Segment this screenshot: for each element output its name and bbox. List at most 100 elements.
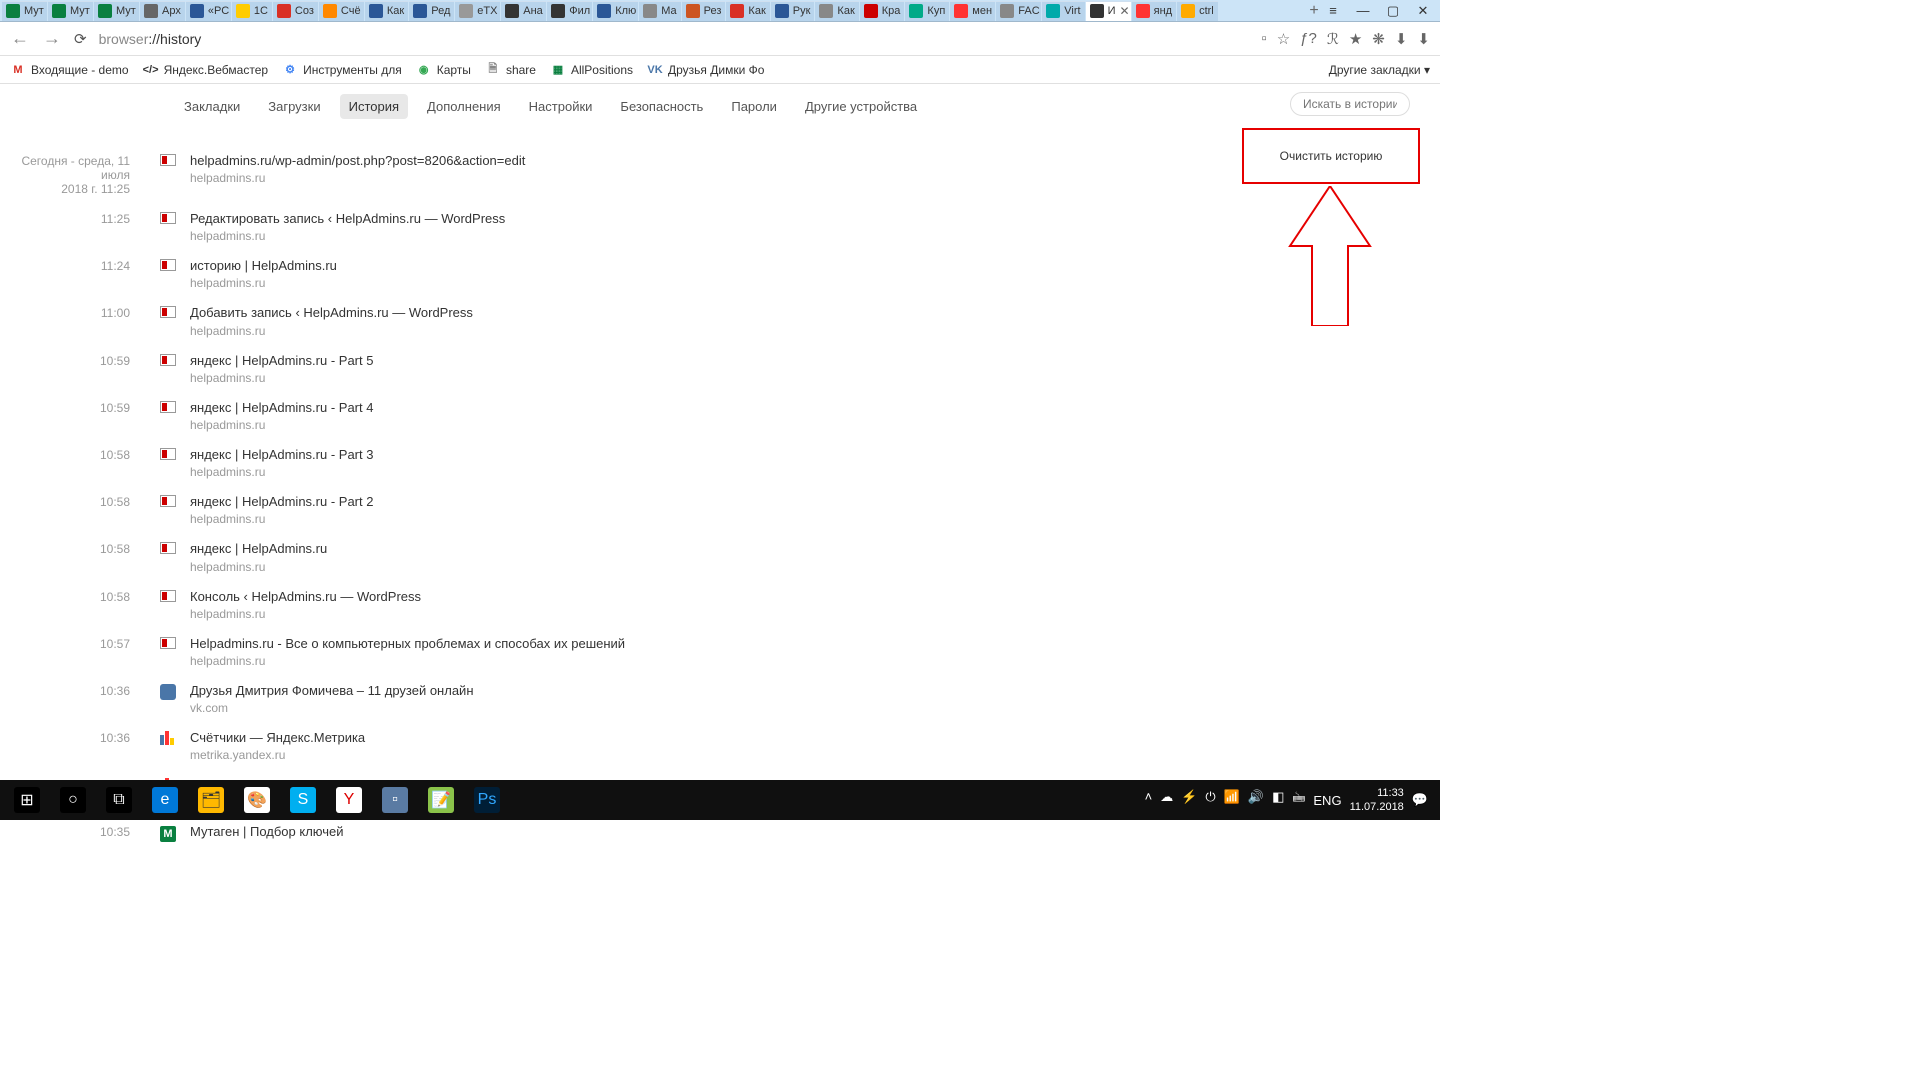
history-entry[interactable]: 10:36Счётчики — Яндекс.Метрикаmetrika.ya… — [0, 726, 1440, 765]
history-title[interactable]: Счётчики — Яндекс.Метрика — [190, 729, 1440, 747]
settings-tab[interactable]: Пароли — [722, 94, 786, 119]
tray-icon[interactable]: 🖮 — [1292, 789, 1305, 811]
browser-tab[interactable]: Virt — [1042, 1, 1084, 21]
toolbar-icon[interactable]: ⬇ — [1395, 30, 1408, 48]
browser-tab[interactable]: Как — [815, 1, 858, 21]
taskbar-app[interactable]: Ps — [464, 780, 510, 820]
history-search-input[interactable] — [1290, 92, 1410, 116]
taskbar-clock[interactable]: 11:33 11.07.2018 — [1350, 786, 1404, 815]
tray-icon[interactable]: ◧ — [1272, 789, 1284, 811]
browser-tab[interactable]: Кра — [860, 1, 905, 21]
taskbar-app[interactable]: Y — [326, 780, 372, 820]
history-entry[interactable]: 10:58яндекс | HelpAdmins.ruhelpadmins.ru — [0, 537, 1440, 576]
taskbar-app[interactable]: ⊞ — [4, 780, 50, 820]
clear-history-button[interactable]: Очистить историю — [1242, 128, 1420, 184]
bookmark-item[interactable]: 🗎share — [485, 62, 536, 78]
bookmark-item[interactable]: ◉Карты — [416, 62, 471, 78]
minimize-button[interactable]: — — [1354, 3, 1372, 18]
history-title[interactable]: Добавить запись ‹ HelpAdmins.ru — WordPr… — [190, 304, 1440, 322]
browser-tab[interactable]: Куп — [905, 1, 949, 21]
taskbar-app[interactable]: 🗂 — [188, 780, 234, 820]
taskbar-app[interactable]: S — [280, 780, 326, 820]
history-title[interactable]: Helpadmins.ru - Все о компьютерных пробл… — [190, 635, 1440, 653]
history-entry[interactable]: 11:24историю | HelpAdmins.ruhelpadmins.r… — [0, 254, 1440, 293]
browser-tab[interactable]: И✕ — [1086, 1, 1131, 21]
browser-tab[interactable]: Счё — [319, 1, 364, 21]
browser-tab[interactable]: Мут — [94, 1, 139, 21]
tray-icon[interactable]: ⚡ — [1181, 789, 1197, 811]
tray-icon[interactable]: ⏻ — [1205, 789, 1215, 811]
history-entry[interactable]: 11:00Добавить запись ‹ HelpAdmins.ru — W… — [0, 301, 1440, 340]
tray-icon[interactable]: ˄ — [1145, 789, 1153, 811]
taskbar-app[interactable]: ▫ — [372, 780, 418, 820]
toolbar-icon[interactable]: ƒ? — [1300, 30, 1317, 47]
browser-tab[interactable]: янд — [1132, 1, 1176, 21]
history-entry[interactable]: 10:35MМутаген | Подбор ключей — [0, 820, 1440, 844]
history-entry[interactable]: 10:59яндекс | HelpAdmins.ru - Part 4help… — [0, 396, 1440, 435]
other-bookmarks[interactable]: Другие закладки ▾ — [1329, 63, 1430, 77]
browser-tab[interactable]: Ред — [409, 1, 454, 21]
forward-button[interactable]: → — [42, 28, 62, 49]
browser-tab[interactable]: мен — [950, 1, 995, 21]
notifications-icon[interactable]: 💬 — [1412, 792, 1428, 808]
new-tab-button[interactable]: + — [1304, 2, 1324, 20]
browser-tab[interactable]: Как — [365, 1, 408, 21]
url-input[interactable]: browser://history — [99, 31, 1250, 47]
settings-tab[interactable]: История — [340, 94, 408, 119]
history-entry[interactable]: 10:58яндекс | HelpAdmins.ru - Part 2help… — [0, 490, 1440, 529]
history-title[interactable]: яндекс | HelpAdmins.ru - Part 2 — [190, 493, 1440, 511]
toolbar-icon[interactable]: ★ — [1349, 30, 1362, 48]
browser-tab[interactable]: Арх — [140, 1, 185, 21]
taskbar-app[interactable]: ⧉ — [96, 780, 142, 820]
browser-tab[interactable]: Ма — [639, 1, 680, 21]
browser-tab[interactable]: Мут — [48, 1, 93, 21]
bookmark-item[interactable]: </>Яндекс.Вебмастер — [143, 62, 268, 78]
menu-button[interactable]: ≡ — [1324, 3, 1342, 18]
browser-tab[interactable]: Мут — [2, 1, 47, 21]
history-title[interactable]: Редактировать запись ‹ HelpAdmins.ru — W… — [190, 210, 1440, 228]
toolbar-icon[interactable]: ℛ — [1327, 30, 1339, 48]
history-title[interactable]: Консоль ‹ HelpAdmins.ru — WordPress — [190, 588, 1440, 606]
settings-tab[interactable]: Другие устройства — [796, 94, 926, 119]
history-title[interactable]: Мутаген | Подбор ключей — [190, 823, 1440, 841]
toolbar-icon[interactable]: ❋ — [1372, 30, 1385, 48]
bookmark-item[interactable]: VKДрузья Димки Фо — [647, 62, 764, 78]
bookmark-item[interactable]: ▦AllPositions — [550, 62, 633, 78]
history-title[interactable]: яндекс | HelpAdmins.ru - Part 3 — [190, 446, 1440, 464]
taskbar-app[interactable]: ○ — [50, 780, 96, 820]
settings-tab[interactable]: Загрузки — [259, 94, 329, 119]
browser-tab[interactable]: eTX — [455, 1, 500, 21]
browser-tab[interactable]: FAC — [996, 1, 1041, 21]
browser-tab[interactable]: Клю — [593, 1, 638, 21]
tab-close-icon[interactable]: ✕ — [1120, 4, 1130, 18]
bookmark-item[interactable]: ⚙Инструменты для — [282, 62, 402, 78]
browser-tab[interactable]: Фил — [547, 1, 592, 21]
history-entry[interactable]: 10:58яндекс | HelpAdmins.ru - Part 3help… — [0, 443, 1440, 482]
history-search[interactable] — [1290, 92, 1410, 116]
history-entry[interactable]: 10:59яндекс | HelpAdmins.ru - Part 5help… — [0, 349, 1440, 388]
close-window-button[interactable]: ✕ — [1414, 3, 1432, 19]
browser-tab[interactable]: Ана — [501, 1, 546, 21]
browser-tab[interactable]: «PC — [186, 1, 231, 21]
history-title[interactable]: яндекс | HelpAdmins.ru - Part 5 — [190, 352, 1440, 370]
toolbar-icon[interactable]: ▫ — [1261, 30, 1266, 47]
reload-button[interactable]: ⟳ — [74, 30, 87, 48]
browser-tab[interactable]: ctrl — [1177, 1, 1218, 21]
toolbar-icon[interactable]: ⬇ — [1417, 30, 1430, 48]
history-entry[interactable]: Сегодня - среда, 11 июля2018 г. 11:25hel… — [0, 149, 1440, 199]
browser-tab[interactable]: Рез — [682, 1, 726, 21]
history-entry[interactable]: 10:57Helpadmins.ru - Все о компьютерных … — [0, 632, 1440, 671]
tray-icon[interactable]: 🔊 — [1248, 789, 1264, 811]
history-entry[interactable]: 11:25Редактировать запись ‹ HelpAdmins.r… — [0, 207, 1440, 246]
maximize-button[interactable]: ▢ — [1384, 3, 1402, 19]
history-title[interactable]: яндекс | HelpAdmins.ru — [190, 540, 1440, 558]
settings-tab[interactable]: Безопасность — [611, 94, 712, 119]
taskbar-app[interactable]: 📝 — [418, 780, 464, 820]
history-entry[interactable]: 10:36Друзья Дмитрия Фомичева – 11 друзей… — [0, 679, 1440, 718]
browser-tab[interactable]: 1С — [232, 1, 272, 21]
tray-icon[interactable]: 📶 — [1224, 789, 1240, 811]
taskbar-app[interactable]: 🎨 — [234, 780, 280, 820]
back-button[interactable]: ← — [10, 28, 30, 49]
toolbar-icon[interactable]: ☆ — [1277, 30, 1290, 48]
browser-tab[interactable]: Соз — [273, 1, 318, 21]
